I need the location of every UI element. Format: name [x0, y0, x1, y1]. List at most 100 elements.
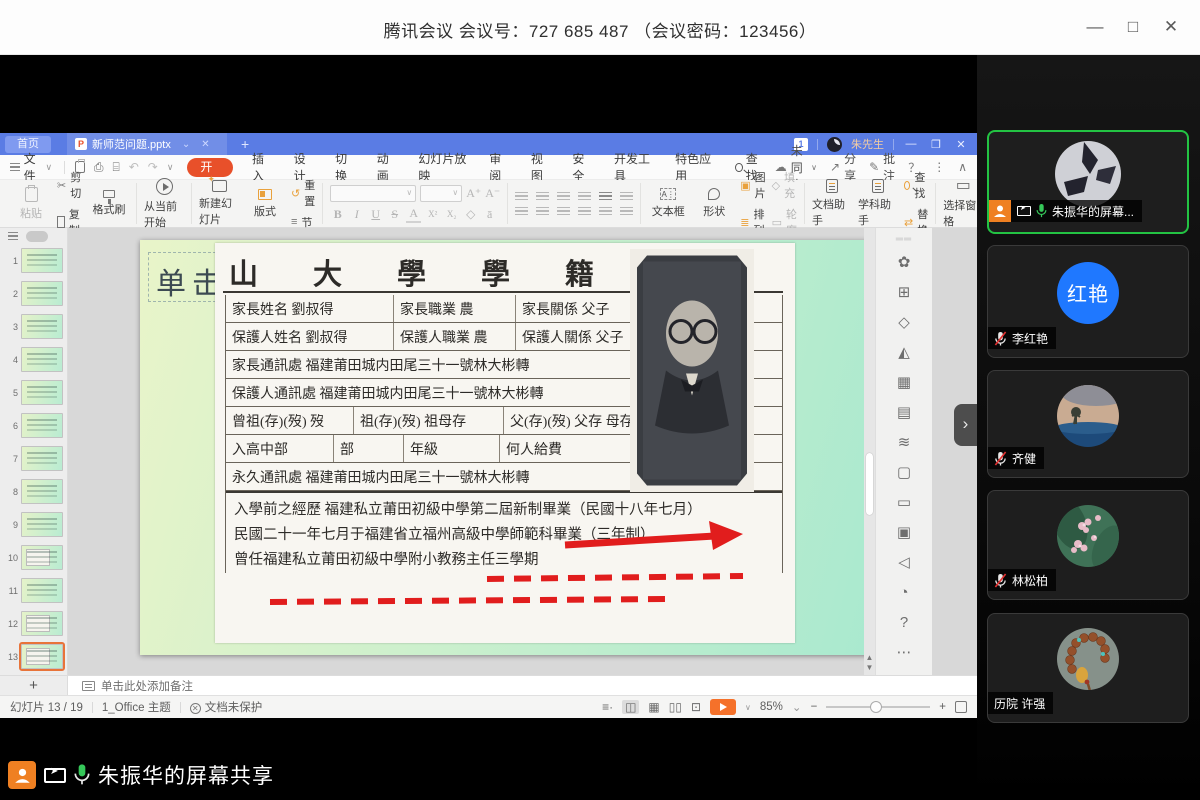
slide-thumbnail-preview[interactable]: [21, 248, 63, 273]
align-right-icon[interactable]: [557, 207, 570, 216]
doc-helper-button[interactable]: 文档助手: [812, 179, 852, 228]
justify-icon[interactable]: [578, 207, 591, 216]
image-pane-icon[interactable]: ▣: [876, 518, 932, 548]
menu-tab-review[interactable]: 审阅: [478, 150, 520, 184]
slide-thumbnail-11[interactable]: 11: [0, 574, 67, 607]
animation-pane-icon[interactable]: ≋: [876, 428, 932, 458]
redo-icon[interactable]: ↷: [148, 160, 158, 174]
menu-tab-slideshow[interactable]: 幻灯片放映: [407, 150, 478, 184]
underline-button[interactable]: U: [368, 207, 383, 222]
participant-tile-qijian[interactable]: 齐健: [987, 370, 1189, 478]
slide-thumbnail-3[interactable]: 3: [0, 310, 67, 343]
slide-thumbnail-1[interactable]: 1: [0, 244, 67, 277]
scanned-student-record[interactable]: 山 大 學 學 籍 表 學號 字 家長姓名 劉叔得家長職業 農家長關係 父子 保…: [215, 243, 795, 643]
slide-thumbnail-preview[interactable]: [21, 347, 63, 372]
outdent-icon[interactable]: [557, 192, 570, 201]
paste-button[interactable]: 粘贴: [11, 187, 51, 221]
slide-thumbnail-12[interactable]: 12: [0, 607, 67, 640]
slide-thumbnail-8[interactable]: 8: [0, 475, 67, 508]
slide-nav-buttons[interactable]: ▲▼: [864, 653, 875, 673]
undo-icon[interactable]: ↶: [129, 160, 139, 174]
zoom-slider-thumb[interactable]: [870, 701, 882, 713]
fill-button[interactable]: ◇填充: [772, 169, 797, 201]
help-pane-icon[interactable]: ?: [876, 608, 932, 638]
participant-tile-linsongbai[interactable]: 林松柏: [987, 490, 1189, 600]
slide-thumbnail-2[interactable]: 2: [0, 277, 67, 310]
ribbon-find-button[interactable]: 查找: [904, 169, 928, 201]
bold-button[interactable]: B: [330, 207, 345, 222]
slide-thumbnail-5[interactable]: 5: [0, 376, 67, 409]
menu-tab-security[interactable]: 安全: [561, 150, 603, 184]
sound-icon[interactable]: ◁: [876, 548, 932, 578]
tab-close-icon[interactable]: ✕: [201, 139, 209, 150]
quickbar-dropdown-icon[interactable]: ∨: [167, 162, 174, 173]
more-menu-button[interactable]: ⋮: [933, 160, 945, 174]
menu-tab-animation[interactable]: 动画: [366, 150, 408, 184]
reading-view-icon[interactable]: ▯▯: [669, 700, 682, 714]
align-center-icon[interactable]: [536, 207, 549, 216]
shape-button[interactable]: 形状: [694, 188, 734, 219]
line-spacing-icon[interactable]: [599, 207, 612, 216]
play-dropdown-icon[interactable]: ∨: [745, 703, 751, 712]
slide-thumbnail-preview[interactable]: [21, 314, 63, 339]
current-slide[interactable]: 单击 山 大 學 學 籍 表 學號 字 家長姓名 劉叔得家長職業 農家長關係 父…: [140, 240, 875, 655]
participant-tile-xuqiang[interactable]: 历院 许强: [987, 613, 1189, 723]
number-list-icon[interactable]: [536, 192, 549, 201]
scrollbar-thumb[interactable]: [866, 453, 873, 515]
subject-helper-button[interactable]: 学科助手: [858, 179, 898, 228]
slide-thumbnail-preview[interactable]: [21, 281, 63, 306]
notes-input[interactable]: 单击此处添加备注: [68, 676, 193, 695]
maximize-button[interactable]: □: [1118, 14, 1148, 40]
file-menu[interactable]: 文件∨: [0, 150, 60, 184]
text-direction-icon[interactable]: [599, 192, 612, 201]
normal-view-icon[interactable]: ◫: [622, 700, 639, 714]
slide-thumbnail-preview[interactable]: [21, 446, 63, 471]
decrease-font-icon[interactable]: A⁻: [485, 186, 500, 201]
paragraph-settings-icon[interactable]: [620, 207, 633, 216]
slide-thumbnail-preview[interactable]: [21, 644, 63, 669]
reset-button[interactable]: ↺重置: [291, 177, 315, 209]
slide-thumbnail-preview[interactable]: [21, 611, 63, 636]
slide-thumbnail-preview[interactable]: [21, 512, 63, 537]
increase-font-icon[interactable]: A⁺: [466, 186, 481, 201]
slide-thumbnail-preview[interactable]: [21, 380, 63, 405]
wps-document-tab[interactable]: P 新师范问题.pptx ⌄ ✕: [67, 133, 227, 155]
play-from-current-button[interactable]: 从当前开始: [144, 178, 184, 230]
italic-button[interactable]: I: [349, 207, 364, 222]
grid-icon[interactable]: ▦: [876, 368, 932, 398]
align-left-icon[interactable]: [515, 207, 528, 216]
collapse-ribbon-button[interactable]: ∧: [958, 160, 967, 174]
fit-slide-button[interactable]: [955, 701, 967, 713]
preview-icon[interactable]: ⌸: [113, 160, 120, 175]
slide-thumbnail-panel[interactable]: 12345678910111213: [0, 228, 68, 675]
new-slide-pane-icon[interactable]: ⊞: [876, 278, 932, 308]
history-icon[interactable]: ◔: [876, 578, 932, 608]
play-slideshow-button[interactable]: [710, 699, 736, 715]
slide-thumbnail-preview[interactable]: [21, 578, 63, 603]
menu-tab-view[interactable]: 视图: [520, 150, 562, 184]
zoom-level[interactable]: 85%: [760, 701, 783, 713]
theme-name[interactable]: 1_Office 主题: [102, 699, 171, 715]
menu-tab-transition[interactable]: 切换: [324, 150, 366, 184]
print-icon[interactable]: ⎙: [94, 160, 104, 175]
zoom-in-button[interactable]: +: [939, 701, 946, 713]
font-size-select[interactable]: [420, 185, 462, 202]
effects-icon[interactable]: ✿: [876, 248, 932, 278]
slide-thumbnail-preview[interactable]: [21, 413, 63, 438]
menu-tab-insert[interactable]: 插入: [241, 150, 283, 184]
zoom-out-button[interactable]: −: [811, 701, 818, 713]
font-family-select[interactable]: [330, 185, 416, 202]
menu-tab-devtools[interactable]: 开发工具: [603, 150, 664, 184]
strikethrough-button[interactable]: S: [387, 207, 402, 222]
indent-icon[interactable]: [578, 192, 591, 201]
slide-thumbnail-13[interactable]: 13: [0, 640, 67, 673]
slide-canvas[interactable]: 单击 山 大 學 學 籍 表 學號 字 家長姓名 劉叔得家長職業 農家長關係 父…: [68, 228, 932, 675]
more-icon[interactable]: ⋯: [876, 638, 932, 668]
cut-button[interactable]: ✂剪切: [57, 169, 83, 201]
bullet-list-icon[interactable]: [515, 192, 528, 201]
outline-view-icon[interactable]: [8, 232, 18, 241]
grid-view-icon[interactable]: ▦: [648, 700, 659, 714]
clear-format-button[interactable]: ◇: [463, 207, 478, 222]
frame-icon[interactable]: ▭: [876, 488, 932, 518]
subscript-button[interactable]: X₂: [444, 209, 459, 219]
